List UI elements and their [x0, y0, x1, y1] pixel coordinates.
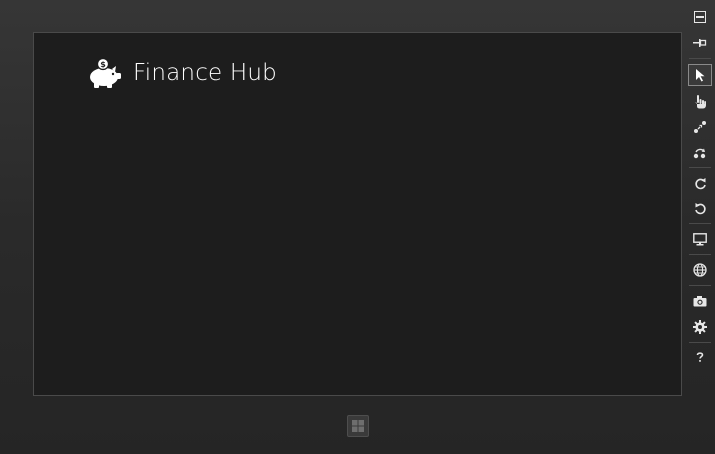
- rotate-touch-icon: [693, 147, 707, 159]
- globe-icon: [693, 263, 707, 277]
- cursor-icon: [694, 68, 706, 82]
- minimize-icon: [694, 11, 706, 23]
- rotate-counterclockwise-button[interactable]: [688, 197, 712, 219]
- touch-mode-button[interactable]: [688, 90, 712, 112]
- pinch-zoom-button[interactable]: [688, 116, 712, 138]
- pin-icon: [693, 38, 707, 48]
- help-button[interactable]: [688, 346, 712, 368]
- pinch-icon: [693, 120, 707, 134]
- screenshot-settings-button[interactable]: [688, 316, 712, 338]
- app-title: Finance Hub: [133, 60, 277, 86]
- simulator-device-frame: $ Finance Hub: [0, 0, 715, 454]
- minimize-button[interactable]: [688, 6, 712, 28]
- app-screen: $ Finance Hub: [33, 32, 682, 396]
- copy-screenshot-button[interactable]: [688, 290, 712, 312]
- monitor-icon: [693, 232, 707, 246]
- rotate-cw-icon: [694, 177, 707, 190]
- rotate-clockwise-button[interactable]: [688, 172, 712, 194]
- windows-logo-icon: [352, 420, 364, 432]
- simulator-toolbar: [684, 0, 715, 454]
- mouse-mode-button[interactable]: [688, 64, 712, 86]
- always-on-top-button[interactable]: [688, 32, 712, 54]
- piggy-bank-icon: $: [87, 57, 123, 89]
- camera-icon: [693, 295, 707, 307]
- rotation-touch-button[interactable]: [688, 142, 712, 164]
- change-resolution-button[interactable]: [688, 228, 712, 250]
- app-header: $ Finance Hub: [87, 55, 277, 91]
- hand-icon: [693, 94, 707, 109]
- set-location-button[interactable]: [688, 259, 712, 281]
- rotate-ccw-icon: [694, 202, 707, 215]
- windows-home-button[interactable]: [347, 415, 369, 437]
- svg-text:$: $: [100, 60, 106, 69]
- help-icon: [695, 351, 705, 363]
- gear-icon: [693, 320, 707, 334]
